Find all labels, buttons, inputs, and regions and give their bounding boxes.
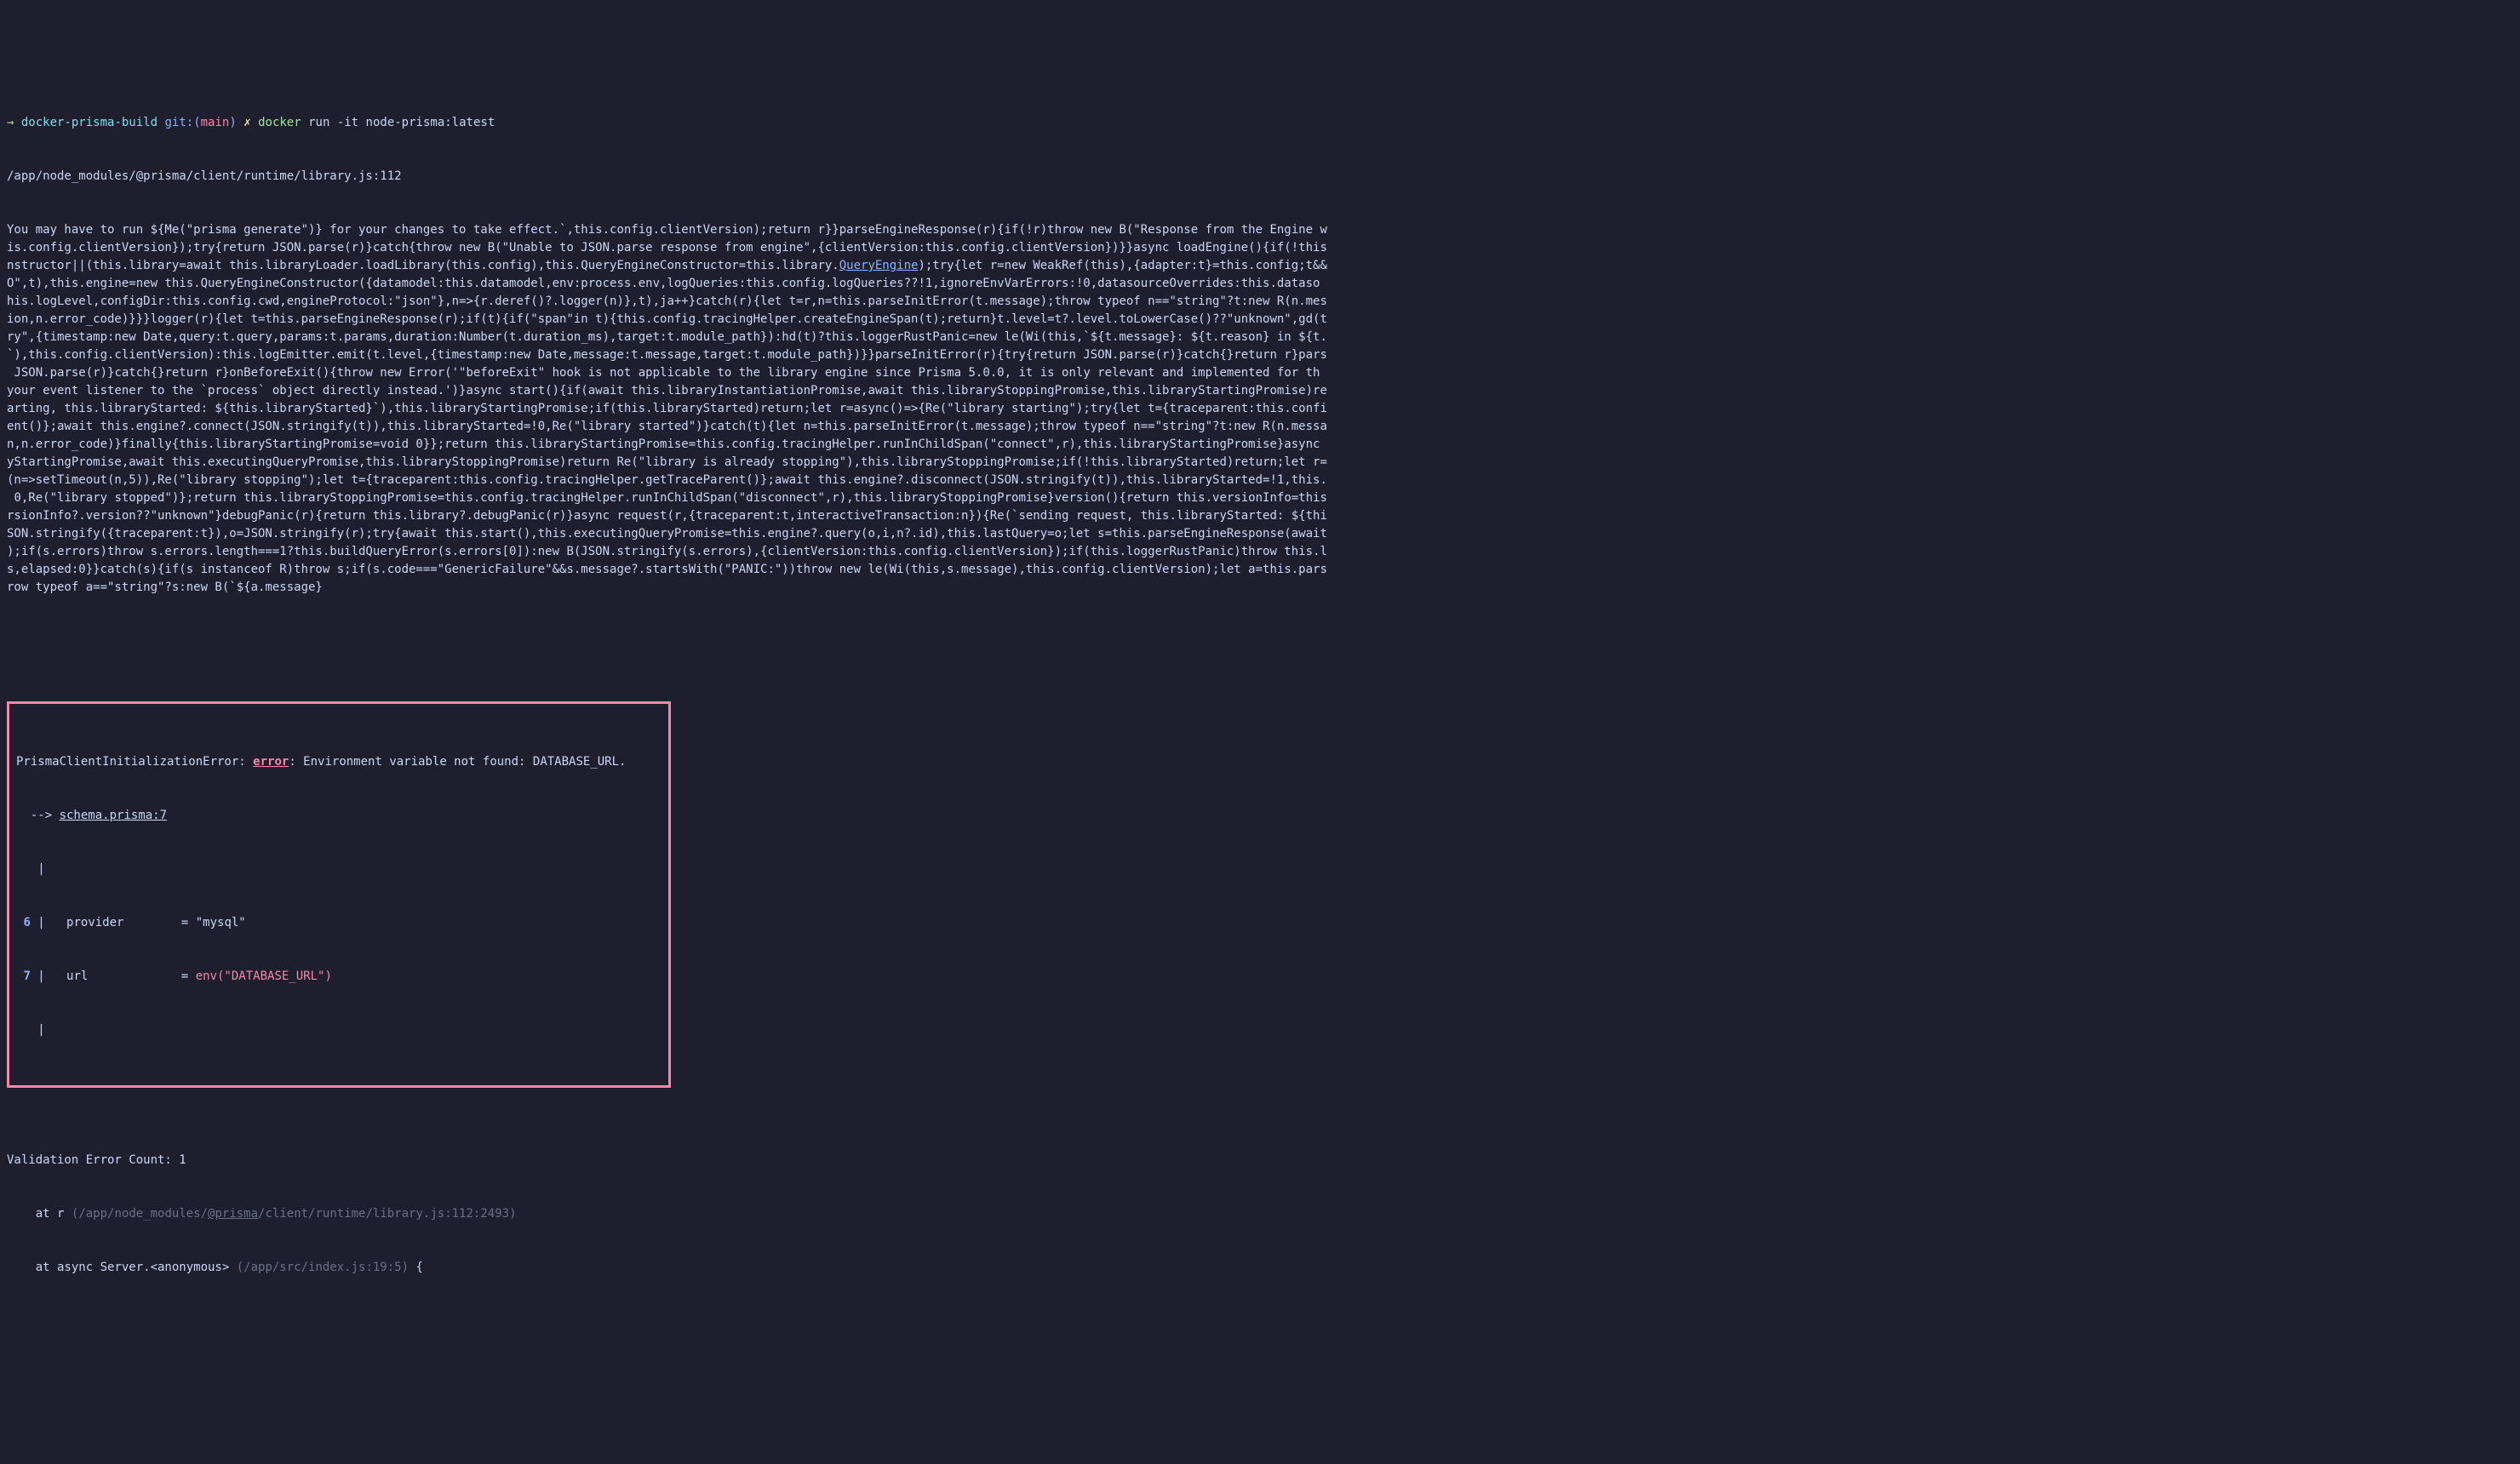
gutter-pipe-6: |: [37, 916, 52, 929]
dump-post: );try{let r=new WeakRef(this),{adapter:t…: [7, 259, 1327, 594]
error-location-line: --> schema.prisma:7: [16, 807, 662, 825]
output-dump: You may have to run ${Me("prisma generat…: [7, 221, 2513, 597]
schema-file-ref[interactable]: schema.prisma:7: [60, 809, 167, 822]
prisma-package-link[interactable]: @prisma: [208, 1207, 258, 1221]
validation-error-count: Validation Error Count: 1: [7, 1152, 2513, 1169]
error-title: PrismaClientInitializationError:: [16, 755, 253, 769]
at-r: at r: [7, 1207, 72, 1221]
prompt-directory: docker-prisma-build: [21, 116, 158, 129]
error-arrow: -->: [16, 809, 60, 822]
error-gutter-empty-2: |: [16, 1021, 662, 1039]
shell-prompt[interactable]: → docker-prisma-build git:(main) ✗ docke…: [7, 114, 2513, 132]
command-name: docker: [258, 116, 301, 129]
prompt-git-label: git:: [164, 116, 193, 129]
gutter-pipe-7: |: [37, 969, 52, 983]
command-args: run -it node-prisma:latest: [308, 116, 495, 129]
prompt-arrow: →: [7, 116, 14, 129]
prompt-dirty-indicator: ✗: [243, 116, 250, 129]
line-number-6: 6: [16, 916, 37, 929]
terminal: → docker-prisma-build git:(main) ✗ docke…: [7, 78, 2513, 1295]
error-box: PrismaClientInitializationError: error: …: [7, 701, 671, 1088]
stack-path-post: /client/runtime/library.js:112:2493: [258, 1207, 509, 1221]
output-path: /app/node_modules/@prisma/client/runtime…: [7, 168, 2513, 186]
stack-path-pre: /app/node_modules/: [78, 1207, 208, 1221]
env-database-url: env("DATABASE_URL"): [196, 969, 332, 983]
prompt-paren-open: (: [193, 116, 200, 129]
stack-path-2: (/app/src/index.js:19:5): [237, 1261, 409, 1274]
stack-trace-line-2: at async Server.<anonymous> (/app/src/in…: [7, 1259, 2513, 1277]
error-gutter-empty: |: [16, 861, 662, 878]
at-server: at async Server.<anonymous>: [7, 1261, 237, 1274]
stack-trace-line-1: at r (/app/node_modules/@prisma/client/r…: [7, 1205, 2513, 1223]
error-source-line-7: 7 | url = env("DATABASE_URL"): [16, 968, 662, 986]
stack-brace: {: [409, 1261, 423, 1274]
prompt-paren-close: ): [229, 116, 236, 129]
error-source-line-6: 6 | provider = "mysql": [16, 914, 662, 932]
error-message: : Environment variable not found: DATABA…: [289, 755, 626, 769]
query-engine-link[interactable]: QueryEngine: [839, 259, 919, 272]
error-title-line: PrismaClientInitializationError: error: …: [16, 753, 662, 771]
error-label: error: [253, 755, 289, 769]
stack-paren-close: ): [509, 1207, 516, 1221]
line-7-content-pre: url =: [52, 969, 196, 983]
line-number-7: 7: [16, 969, 37, 983]
line-6-content: provider = "mysql": [52, 916, 246, 929]
prompt-git-branch: main: [201, 116, 230, 129]
